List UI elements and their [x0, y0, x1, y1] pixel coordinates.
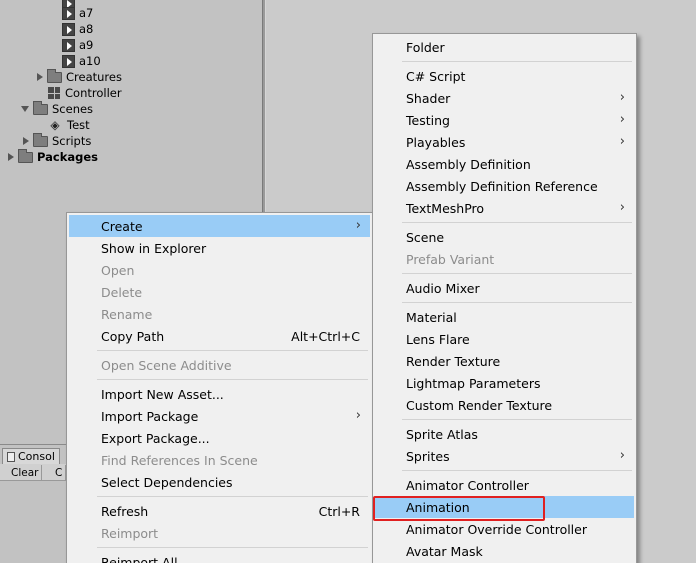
submenu-item-sprite-atlas[interactable]: Sprite Atlas — [375, 423, 634, 445]
tree-item-scenes[interactable]: Scenes — [21, 100, 93, 117]
animation-clip-icon — [62, 38, 75, 52]
folder-icon — [33, 132, 48, 147]
menu-separator — [402, 470, 632, 471]
submenu-item-csharp-script[interactable]: C# Script — [375, 65, 634, 87]
menu-item-open: Open — [101, 262, 135, 278]
expand-arrow-icon[interactable] — [8, 153, 14, 161]
menu-item-rename: Rename — [101, 306, 153, 322]
animator-controller-icon — [48, 87, 60, 99]
menu-item-find-references: Find References In Scene — [101, 452, 258, 468]
submenu-item-assembly-definition-reference[interactable]: Assembly Definition Reference — [375, 175, 634, 197]
menu-separator — [402, 61, 632, 62]
tree-item-scripts[interactable]: Scripts — [23, 132, 91, 149]
menu-separator — [97, 496, 368, 497]
menu-item-import-new-asset[interactable]: Import New Asset... — [69, 383, 370, 405]
submenu-item-assembly-definition[interactable]: Assembly Definition — [375, 153, 634, 175]
collapse-arrow-icon[interactable] — [21, 106, 29, 112]
menu-separator — [97, 350, 368, 351]
animation-clip-icon — [62, 6, 75, 20]
tree-item-a8[interactable]: a8 — [62, 21, 93, 37]
console-tab[interactable]: Consol — [2, 448, 60, 464]
submenu-item-playables[interactable]: Playables › — [375, 131, 634, 153]
animation-clip-icon — [62, 22, 75, 36]
chevron-right-icon: › — [619, 112, 625, 127]
expand-arrow-icon[interactable] — [37, 73, 43, 81]
submenu-item-avatar-mask[interactable]: Avatar Mask — [375, 540, 634, 562]
menu-separator — [97, 379, 368, 380]
tree-item-creatures[interactable]: Creatures — [37, 68, 122, 85]
menu-separator — [97, 547, 368, 548]
menu-item-import-package[interactable]: Import Package › — [69, 405, 370, 427]
animation-clip-icon — [62, 54, 75, 68]
tree-item-a7[interactable]: a7 — [62, 5, 93, 21]
chevron-right-icon: › — [619, 90, 625, 105]
menu-item-copy-path[interactable]: Copy Path Alt+Ctrl+C — [69, 325, 370, 347]
submenu-item-lens-flare[interactable]: Lens Flare — [375, 328, 634, 350]
menu-separator — [402, 419, 632, 420]
submenu-item-shader[interactable]: Shader › — [375, 87, 634, 109]
menu-item-open-scene-additive: Open Scene Additive — [101, 357, 232, 373]
folder-icon — [47, 68, 62, 83]
submenu-item-lightmap-parameters[interactable]: Lightmap Parameters — [375, 372, 634, 394]
menu-separator — [402, 273, 632, 274]
menu-item-create[interactable]: Create › — [69, 215, 370, 237]
submenu-item-material[interactable]: Material — [375, 306, 634, 328]
shortcut-label: Ctrl+R — [318, 503, 360, 519]
menu-item-select-dependencies[interactable]: Select Dependencies — [69, 471, 370, 493]
submenu-item-render-texture[interactable]: Render Texture — [375, 350, 634, 372]
context-menu: Create › Show in Explorer Open Delete Re… — [66, 212, 373, 563]
clear-button[interactable]: Clear — [8, 465, 43, 480]
submenu-item-audio-mixer[interactable]: Audio Mixer — [375, 277, 634, 299]
unity-scene-icon: ◈ — [50, 118, 60, 132]
shortcut-label: Alt+Ctrl+C — [291, 328, 360, 344]
console-icon — [7, 451, 15, 462]
menu-item-reimport-all[interactable]: Reimport All — [69, 551, 370, 563]
collapse-button[interactable]: C — [52, 465, 67, 480]
menu-separator — [402, 302, 632, 303]
menu-item-export-package[interactable]: Export Package... — [69, 427, 370, 449]
tree-item-controller[interactable]: Controller — [48, 85, 122, 101]
folder-icon — [18, 148, 33, 163]
submenu-item-folder[interactable]: Folder — [375, 36, 634, 58]
menu-item-show-in-explorer[interactable]: Show in Explorer — [69, 237, 370, 259]
tree-item-a9[interactable]: a9 — [62, 37, 93, 53]
annotation-highlight-box — [373, 496, 545, 521]
menu-item-delete: Delete — [101, 284, 143, 300]
submenu-item-custom-render-texture[interactable]: Custom Render Texture — [375, 394, 634, 416]
submenu-item-prefab-variant: Prefab Variant — [406, 251, 495, 267]
chevron-right-icon: › — [355, 408, 361, 423]
expand-arrow-icon[interactable] — [23, 137, 29, 145]
submenu-item-textmeshpro[interactable]: TextMeshPro › — [375, 197, 634, 219]
submenu-item-testing[interactable]: Testing › — [375, 109, 634, 131]
submenu-item-sprites[interactable]: Sprites › — [375, 445, 634, 467]
submenu-item-scene[interactable]: Scene — [375, 226, 634, 248]
menu-item-refresh[interactable]: Refresh Ctrl+R — [69, 500, 370, 522]
menu-item-reimport: Reimport — [101, 525, 159, 541]
submenu-item-animator-override-controller[interactable]: Animator Override Controller — [375, 518, 634, 540]
tree-item-a10[interactable]: a10 — [62, 53, 101, 69]
menu-separator — [402, 222, 632, 223]
submenu-item-animator-controller[interactable]: Animator Controller — [375, 474, 634, 496]
chevron-right-icon: › — [619, 134, 625, 149]
chevron-right-icon: › — [619, 200, 625, 215]
create-submenu: Folder C# Script Shader › Testing › Play… — [372, 33, 637, 563]
tree-item-test[interactable]: ◈ Test — [49, 117, 89, 133]
chevron-right-icon: › — [619, 448, 625, 463]
folder-icon — [33, 100, 48, 115]
chevron-right-icon: › — [355, 218, 361, 233]
tree-item-packages[interactable]: Packages — [8, 148, 98, 165]
